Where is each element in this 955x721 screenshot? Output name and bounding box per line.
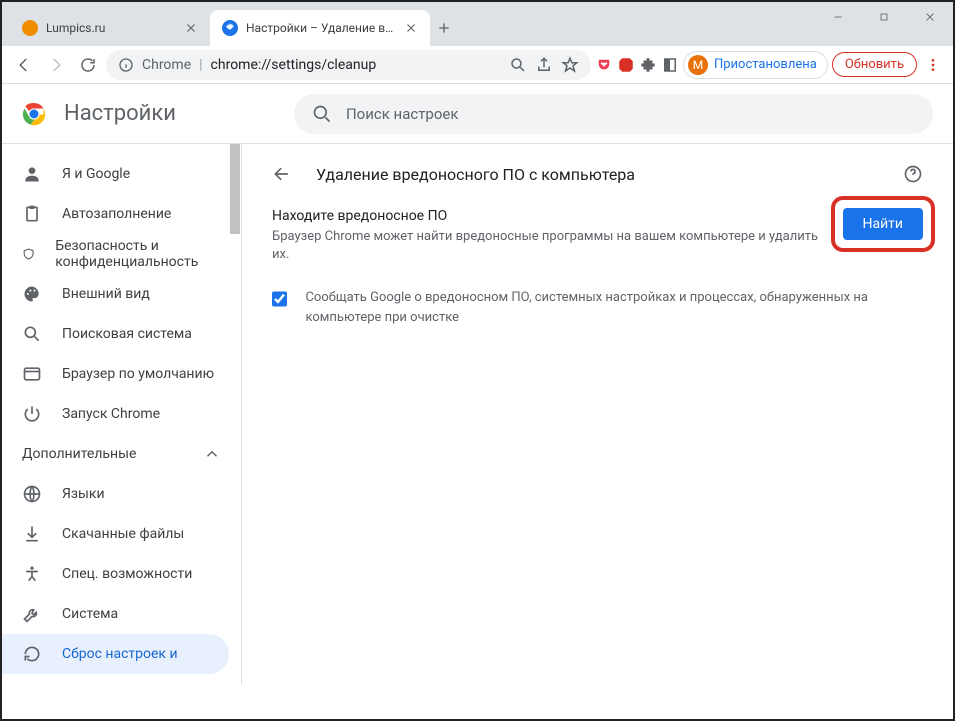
back-button[interactable]: [10, 51, 38, 79]
sidebar-item[interactable]: Безопасность и конфиденциальность: [2, 234, 241, 274]
sidebar-item-label: Система: [62, 606, 118, 622]
extensions-icon[interactable]: [639, 56, 657, 74]
avatar-icon: М: [688, 55, 708, 75]
url-scheme: Chrome: [142, 57, 191, 73]
sidebar-item[interactable]: Спец. возможности: [2, 554, 241, 594]
sidebar-item[interactable]: Поисковая система: [2, 314, 241, 354]
person-icon: [22, 164, 42, 184]
search-icon: [312, 104, 332, 124]
browser-tab-active[interactable]: Настройки – Удаление вредоно: [210, 10, 430, 46]
group-label: Дополнительные: [22, 446, 136, 462]
sidebar-item-label: Браузер по умолчанию: [62, 366, 214, 382]
scrollbar-thumb[interactable]: [230, 144, 240, 234]
sidebar-item-label: Поисковая система: [62, 326, 192, 342]
sidebar-item[interactable]: Браузер по умолчанию: [2, 354, 241, 394]
minimize-button[interactable]: [815, 2, 861, 32]
section-title: Находите вредоносное ПО: [272, 208, 825, 224]
reading-list-icon[interactable]: [661, 56, 679, 74]
tab-title: Lumpics.ru: [46, 21, 176, 35]
chevron-up-icon: [203, 445, 221, 463]
sidebar-item[interactable]: Скачанные файлы: [2, 514, 241, 554]
search-icon: [22, 324, 42, 344]
report-checkbox-row: Сообщать Google о вредоносном ПО, систем…: [272, 288, 923, 327]
pocket-icon[interactable]: [595, 56, 613, 74]
adblock-icon[interactable]: [617, 56, 635, 74]
maximize-button[interactable]: [861, 2, 907, 32]
settings-favicon-icon: [222, 20, 238, 36]
sidebar-item[interactable]: Система: [2, 594, 241, 634]
checkbox-label: Сообщать Google о вредоносном ПО, систем…: [305, 288, 923, 327]
globe-icon: [22, 484, 42, 504]
profile-chip[interactable]: М Приостановлена: [683, 51, 828, 79]
profile-status: Приостановлена: [714, 57, 817, 72]
cleanup-card: Находите вредоносное ПО Браузер Chrome м…: [272, 208, 923, 264]
update-button[interactable]: Обновить: [832, 52, 917, 77]
wrench-icon: [22, 604, 42, 624]
sidebar-item[interactable]: Я и Google: [2, 154, 241, 194]
forward-button[interactable]: [42, 51, 70, 79]
back-arrow-icon[interactable]: [272, 164, 292, 184]
accessibility-icon: [22, 564, 42, 584]
close-icon[interactable]: [404, 21, 418, 35]
new-tab-button[interactable]: [430, 10, 458, 46]
search-placeholder: Поиск настроек: [346, 105, 459, 123]
reload-button[interactable]: [74, 51, 102, 79]
sidebar-item-label: Запуск Chrome: [62, 406, 160, 422]
settings-search[interactable]: Поиск настроек: [294, 94, 933, 134]
sidebar-item-label: Языки: [62, 486, 105, 502]
url-path: chrome://settings/cleanup: [211, 57, 377, 73]
sidebar-group-advanced[interactable]: Дополнительные: [2, 434, 241, 474]
close-window-button[interactable]: [907, 2, 953, 32]
sidebar-item-label: Безопасность и конфиденциальность: [55, 238, 221, 270]
window-titlebar: Lumpics.ru Настройки – Удаление вредоно: [2, 2, 953, 46]
sidebar-item[interactable]: Запуск Chrome: [2, 394, 241, 434]
help-icon[interactable]: [903, 164, 923, 184]
power-icon: [22, 404, 42, 424]
sidebar-item[interactable]: Сброс настроек и: [2, 634, 229, 674]
sidebar-item-label: Внешний вид: [62, 286, 150, 302]
sidebar-item-label: Я и Google: [62, 166, 130, 182]
settings-title: Настройки: [64, 101, 176, 126]
browser-icon: [22, 364, 42, 384]
find-button[interactable]: Найти: [843, 208, 924, 240]
settings-sidebar: Я и Google Автозаполнение Безопасность и к…: [2, 144, 242, 684]
clipboard-icon: [22, 204, 42, 224]
section-description: Браузер Chrome может найти вредоносные п…: [272, 228, 825, 264]
report-checkbox[interactable]: [272, 290, 287, 308]
chrome-logo-icon: [22, 102, 46, 126]
palette-icon: [22, 284, 42, 304]
sidebar-item[interactable]: Автозаполнение: [2, 194, 241, 234]
site-info-icon[interactable]: [118, 57, 134, 73]
sidebar-item-label: Спец. возможности: [62, 566, 192, 582]
sidebar-item-label: Автозаполнение: [62, 206, 171, 222]
window-controls: [815, 2, 953, 32]
bookmark-icon[interactable]: [561, 56, 579, 74]
sidebar-item[interactable]: Внешний вид: [2, 274, 241, 314]
sidebar-item-label: Скачанные файлы: [62, 526, 184, 542]
page-header: Удаление вредоносного ПО с компьютера: [272, 164, 923, 184]
download-icon: [22, 524, 42, 544]
reset-icon: [22, 644, 42, 664]
sidebar-item-label: Сброс настроек и: [62, 646, 178, 662]
settings-main: Удаление вредоносного ПО с компьютера На…: [242, 144, 953, 684]
kebab-menu-icon[interactable]: [921, 57, 945, 73]
search-icon[interactable]: [509, 56, 527, 74]
share-icon[interactable]: [535, 56, 553, 74]
settings-header: Настройки Поиск настроек: [2, 84, 953, 144]
sidebar-item[interactable]: Языки: [2, 474, 241, 514]
favicon-icon: [22, 20, 38, 36]
close-icon[interactable]: [184, 21, 198, 35]
page-title: Удаление вредоносного ПО с компьютера: [316, 165, 879, 184]
address-bar[interactable]: Chrome | chrome://settings/cleanup: [106, 50, 591, 80]
tab-title: Настройки – Удаление вредоно: [246, 21, 396, 35]
tab-strip: Lumpics.ru Настройки – Удаление вредоно: [2, 10, 458, 46]
browser-tab[interactable]: Lumpics.ru: [10, 10, 210, 46]
browser-toolbar: Chrome | chrome://settings/cleanup М При…: [2, 46, 953, 84]
shield-icon: [22, 244, 35, 264]
